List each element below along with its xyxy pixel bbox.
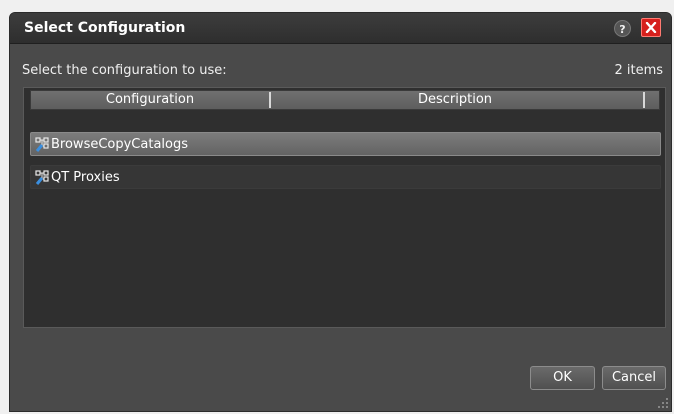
title-bar[interactable]: Select Configuration ? — [10, 13, 671, 44]
column-configuration[interactable]: Configuration — [31, 91, 269, 109]
column-header: Configuration Description — [30, 90, 660, 110]
configuration-icon — [35, 137, 49, 152]
help-icon[interactable]: ? — [614, 20, 631, 37]
ok-button[interactable]: OK — [530, 366, 595, 390]
column-separator[interactable] — [643, 92, 645, 108]
configuration-icon — [35, 170, 49, 185]
dialog-title: Select Configuration — [24, 20, 186, 36]
list-item-label: QT Proxies — [51, 170, 120, 185]
prompt-label: Select the configuration to use: — [22, 63, 227, 78]
list-item-label: BrowseCopyCatalogs — [51, 137, 189, 152]
cancel-button[interactable]: Cancel — [602, 366, 666, 390]
list-item[interactable]: BrowseCopyCatalogs — [30, 132, 661, 156]
list-item[interactable]: QT Proxies — [30, 165, 661, 189]
configuration-list[interactable]: Configuration Description BrowseCopyCata… — [23, 87, 666, 328]
resize-grip-icon[interactable] — [657, 397, 669, 409]
item-count: 2 items — [614, 63, 663, 78]
column-description[interactable]: Description — [271, 91, 639, 109]
close-icon[interactable] — [641, 18, 661, 37]
select-configuration-dialog: Select Configuration ? Select the config… — [9, 12, 672, 412]
